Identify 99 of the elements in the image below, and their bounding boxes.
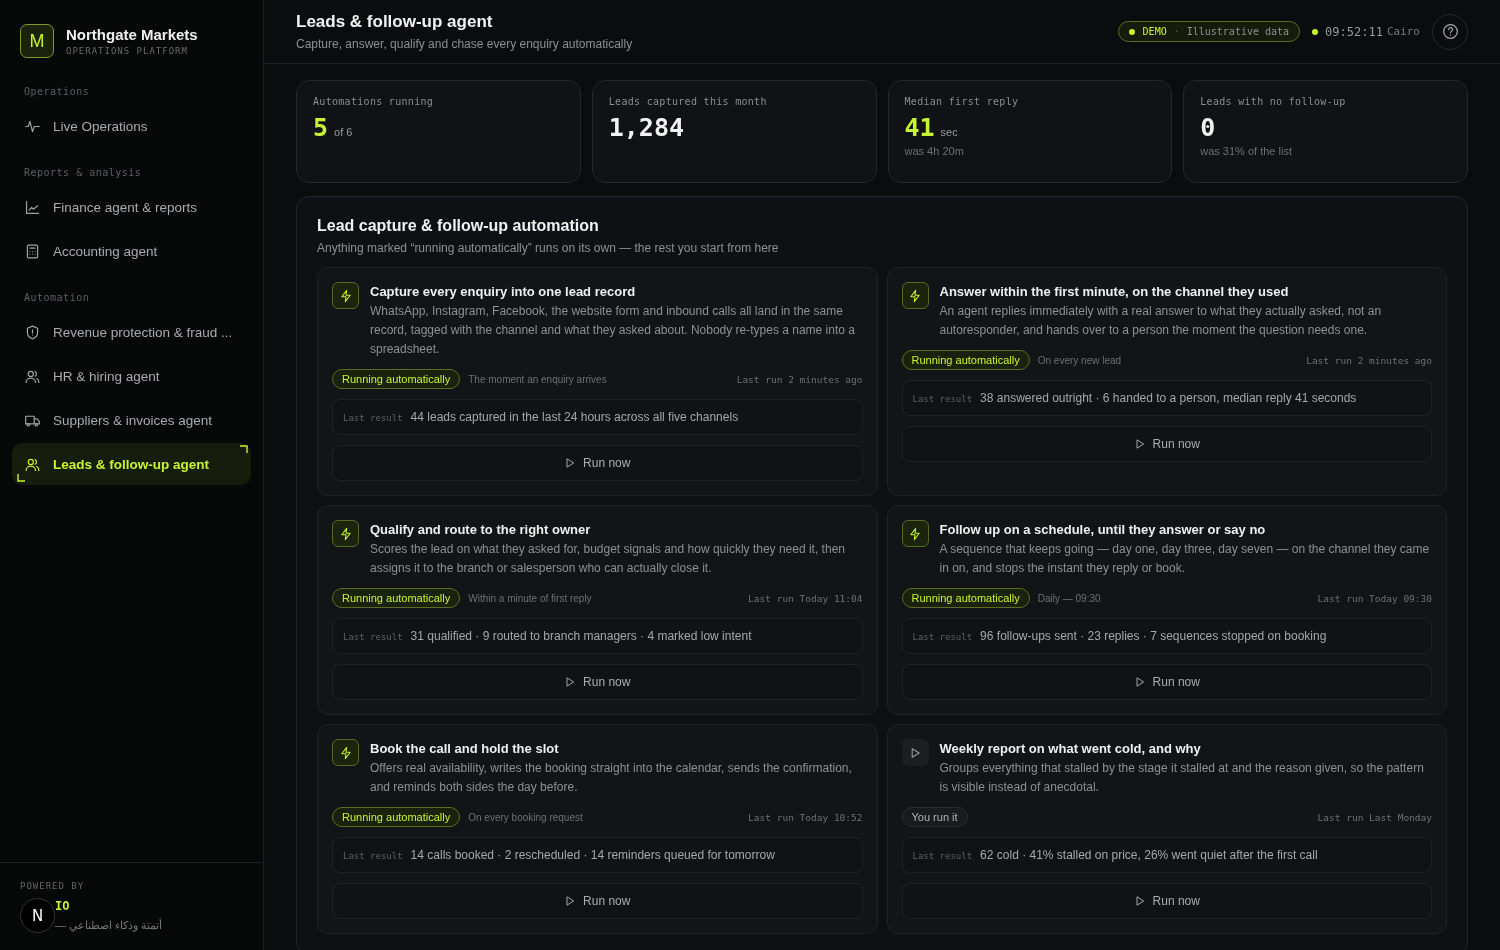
page-subtitle: Capture, answer, qualify and chase every enquiry automatically [296, 37, 633, 51]
stat-label: Automations running [313, 96, 435, 107]
play-icon [1133, 438, 1146, 450]
status-badge: Running automatically [332, 588, 461, 608]
stat-unit: sec [940, 126, 958, 138]
nav-item[interactable]: Leads & follow-up agent [12, 443, 251, 485]
nav-item[interactable]: Finance agent & reports [12, 186, 251, 228]
automation-description: Offers real availability, writes the booking straight into the calendar, sends the confirmation, and reminds both sides the day before. [370, 760, 853, 796]
result-label: Last result [912, 632, 973, 642]
calculator-icon [24, 242, 41, 260]
result-text: 31 qualified · 9 routed to branch managers · 4 marked low intent [410, 629, 752, 643]
nav-item[interactable]: Accounting agent [12, 230, 251, 272]
status-badge: Running automatically [901, 350, 1030, 370]
corner-bracket-icon [16, 473, 26, 483]
footer-brand: IO [55, 899, 71, 913]
result-text: 96 follow-ups sent · 23 replies · 7 sequences stopped on booking [980, 629, 1327, 643]
result-text: 38 answered outright · 6 handed to a person, median reply 41 seconds [980, 391, 1357, 405]
stat-value: 41 [904, 113, 935, 142]
play-icon [564, 457, 577, 469]
brand-name: Northgate Markets [66, 26, 198, 43]
run-now-button[interactable]: Run now [901, 664, 1432, 700]
stat-label: Leads captured this month [608, 96, 768, 107]
stat-label: Median first reply [904, 96, 1020, 107]
trigger-text: Daily — 09:30 [1037, 592, 1101, 604]
trigger-text: The moment an enquiry arrives [468, 373, 607, 385]
nav-section-heading: Automation [23, 291, 91, 305]
stat-note: was 4h 20m [904, 145, 965, 157]
status-badge: Running automatically [332, 807, 461, 827]
run-now-button[interactable]: Run now [901, 426, 1432, 462]
status-badge: Running automatically [901, 588, 1030, 608]
stat-label: Leads with no follow-up [1200, 96, 1347, 107]
corner-bracket-icon [239, 445, 249, 455]
trigger-text: On every booking request [468, 811, 583, 823]
last-run-text: Last run 2 minutes ago [1306, 354, 1432, 366]
demo-pill: DEMO · Illustrative data [1117, 21, 1301, 42]
trigger-text: Within a minute of first reply [468, 592, 592, 604]
play-icon [1133, 895, 1146, 907]
logo-mark: M [20, 24, 54, 58]
chart-icon [24, 198, 41, 216]
powered-by-label: POWERED BY [20, 881, 86, 891]
result-text: 44 leads captured in the last 24 hours across all five channels [410, 410, 739, 424]
result-text: 14 calls booked · 2 rescheduled · 14 reminders queued for tomorrow [410, 848, 775, 862]
last-run-text: Last run Today 11:04 [748, 592, 863, 604]
automation-description: Groups everything that stalled by the stage it stalled at and the reason given, so the pattern is visible instead of anecdotal. [939, 760, 1425, 796]
automation-title: Book the call and hold the slot [370, 741, 560, 756]
stat-value: 5 [313, 113, 329, 142]
nav-item[interactable]: Live Operations [12, 105, 251, 147]
automation-description: Scores the lead on what they asked for, budget signals and how quickly they need it, then assigns it to the branch or salesperson who can actually close it. [370, 541, 846, 577]
run-now-button[interactable]: Run now [332, 883, 863, 919]
last-run-text: Last run Today 10:52 [748, 811, 863, 823]
play-icon [564, 895, 577, 907]
brand-subtitle: OPERATIONS PLATFORM [66, 46, 189, 56]
stat-value: 1,284 [608, 113, 684, 142]
stat-unit: of 6 [334, 126, 353, 138]
result-text: 62 cold · 41% stalled on price, 26% went quiet after the first call [980, 848, 1318, 862]
run-now-button[interactable]: Run now [332, 664, 863, 700]
nav-section-heading: Operations [23, 85, 91, 99]
stat-note: was 31% of the list [1200, 145, 1293, 157]
status-badge: You run it [901, 807, 968, 827]
nav-item[interactable]: HR & hiring agent [12, 355, 251, 397]
automation-description: A sequence that keeps going — day one, day three, day seven — on the channel they came in on, and stops the instant they reply or book. [939, 541, 1431, 577]
nav-item[interactable]: Suppliers & invoices agent [12, 399, 251, 441]
automation-title: Weekly report on what went cold, and why [939, 741, 1202, 756]
help-icon [1441, 23, 1459, 40]
clock: 09:52:11 Cairo [1312, 24, 1420, 39]
nav-item[interactable]: Revenue protection & fraud ... [12, 311, 251, 353]
last-run-text: Last run Last Monday [1317, 811, 1432, 823]
automation-description: WhatsApp, Instagram, Facebook, the website form and inbound calls all land in the same record, tagged with the channel and what they asked about. Nobody re-types a name into a spreadsheet. [370, 303, 856, 358]
automation-title: Qualify and route to the right owner [370, 522, 592, 537]
play-icon [564, 676, 577, 688]
panel-title: Lead capture & follow-up automation [317, 217, 600, 235]
shield-icon [24, 323, 41, 341]
automation-title: Capture every enquiry into one lead record [370, 284, 637, 299]
result-label: Last result [912, 851, 973, 861]
status-badge: Running automatically [332, 369, 461, 389]
last-run-text: Last run Today 09:30 [1317, 592, 1432, 604]
panel-subtitle: Anything marked “running automatically” runs on its own — the rest you start from here [317, 241, 780, 255]
result-label: Last result [343, 413, 403, 423]
stat-value: 0 [1200, 113, 1216, 142]
nav-section-heading: Reports & analysis [23, 166, 143, 180]
automation-title: Answer within the first minute, on the channel they used [939, 284, 1290, 299]
lightning-icon [338, 288, 353, 303]
last-run-text: Last run 2 minutes ago [736, 373, 863, 385]
automation-title: Follow up on a schedule, until they answer or say no [939, 522, 1267, 537]
result-label: Last result [343, 632, 403, 642]
result-label: Last result [912, 394, 973, 404]
automation-description: An agent replies immediately with a real answer to what they actually asked, not an autoresponder, and hands over to a person the moment the question needs one. [939, 303, 1383, 339]
page-title: Leads & follow-up agent [296, 12, 494, 32]
lightning-icon [908, 526, 922, 541]
play-icon [1133, 676, 1146, 688]
run-now-button[interactable]: Run now [332, 445, 863, 481]
trigger-text: On every new lead [1037, 354, 1122, 366]
dev-indicator-button[interactable]: N [20, 898, 55, 933]
lightning-icon [338, 526, 353, 541]
lightning-icon [908, 288, 922, 303]
run-now-button[interactable]: Run now [901, 883, 1432, 919]
lightning-icon [338, 745, 353, 760]
footer-tagline: أتمتة وذكاء اصطناعي — [55, 919, 163, 932]
result-label: Last result [343, 851, 403, 861]
